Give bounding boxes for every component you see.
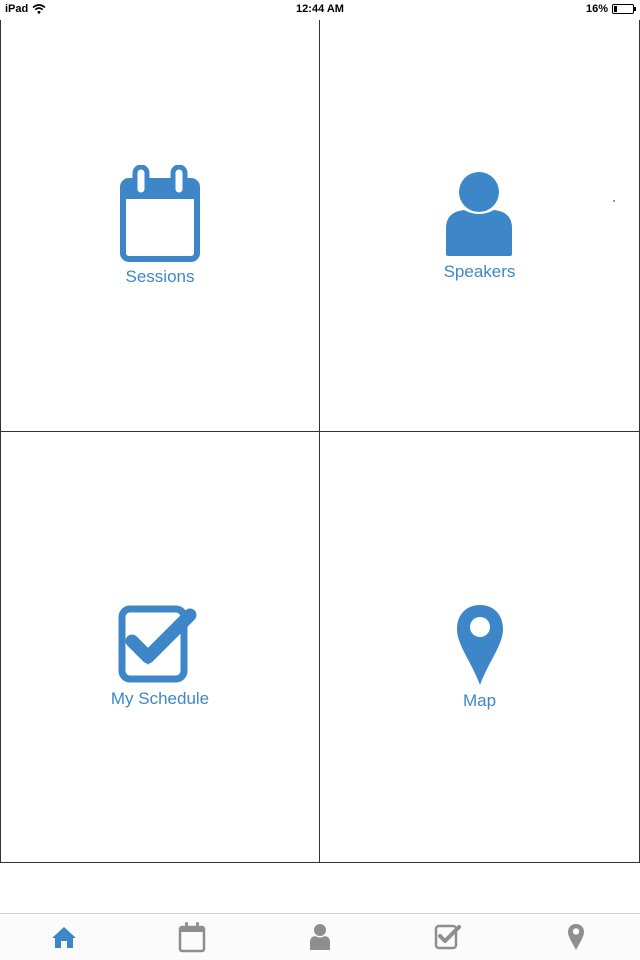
map-tile[interactable]: Map xyxy=(320,432,639,862)
status-right: 16% xyxy=(585,3,636,15)
checkbox-icon xyxy=(118,605,197,683)
sessions-tile[interactable]: Sessions xyxy=(1,1,320,432)
home-icon xyxy=(52,927,76,948)
speakers-tile[interactable]: Speakers xyxy=(320,1,639,432)
battery-percent: 16% xyxy=(585,3,608,15)
sessions-label: Sessions xyxy=(125,267,195,286)
person-icon xyxy=(310,924,330,950)
tab-map[interactable] xyxy=(512,914,640,960)
my-schedule-label: My Schedule xyxy=(110,689,210,708)
sessions-tile-content: Sessions xyxy=(119,165,201,287)
tab-bar xyxy=(0,913,640,960)
map-pin-icon xyxy=(568,924,584,950)
status-time: 12:44 AM xyxy=(296,3,344,15)
calendar-icon xyxy=(178,922,206,953)
tab-sessions[interactable] xyxy=(128,914,256,960)
tab-speakers[interactable] xyxy=(256,914,384,960)
tab-home[interactable] xyxy=(0,914,128,960)
my-schedule-tile-content: My Schedule xyxy=(111,605,209,709)
map-tile-content: Map xyxy=(455,603,505,711)
my-schedule-tile[interactable]: My Schedule xyxy=(1,432,320,862)
checkbox-icon xyxy=(434,924,461,950)
tab-my-schedule[interactable] xyxy=(384,914,512,960)
person-icon xyxy=(446,172,513,256)
battery-icon xyxy=(612,4,636,14)
home-grid: Sessions Speakers My Schedule Map xyxy=(0,0,640,863)
speakers-label: Speakers xyxy=(443,262,516,281)
status-bar: iPad 12:44 AM 16% xyxy=(0,0,640,20)
map-pin-icon xyxy=(456,605,503,685)
speakers-tile-content: Speakers xyxy=(443,170,516,282)
calendar-icon xyxy=(120,165,200,262)
stray-dot xyxy=(613,200,615,202)
map-label: Map xyxy=(462,691,497,710)
battery-fill xyxy=(614,6,617,12)
